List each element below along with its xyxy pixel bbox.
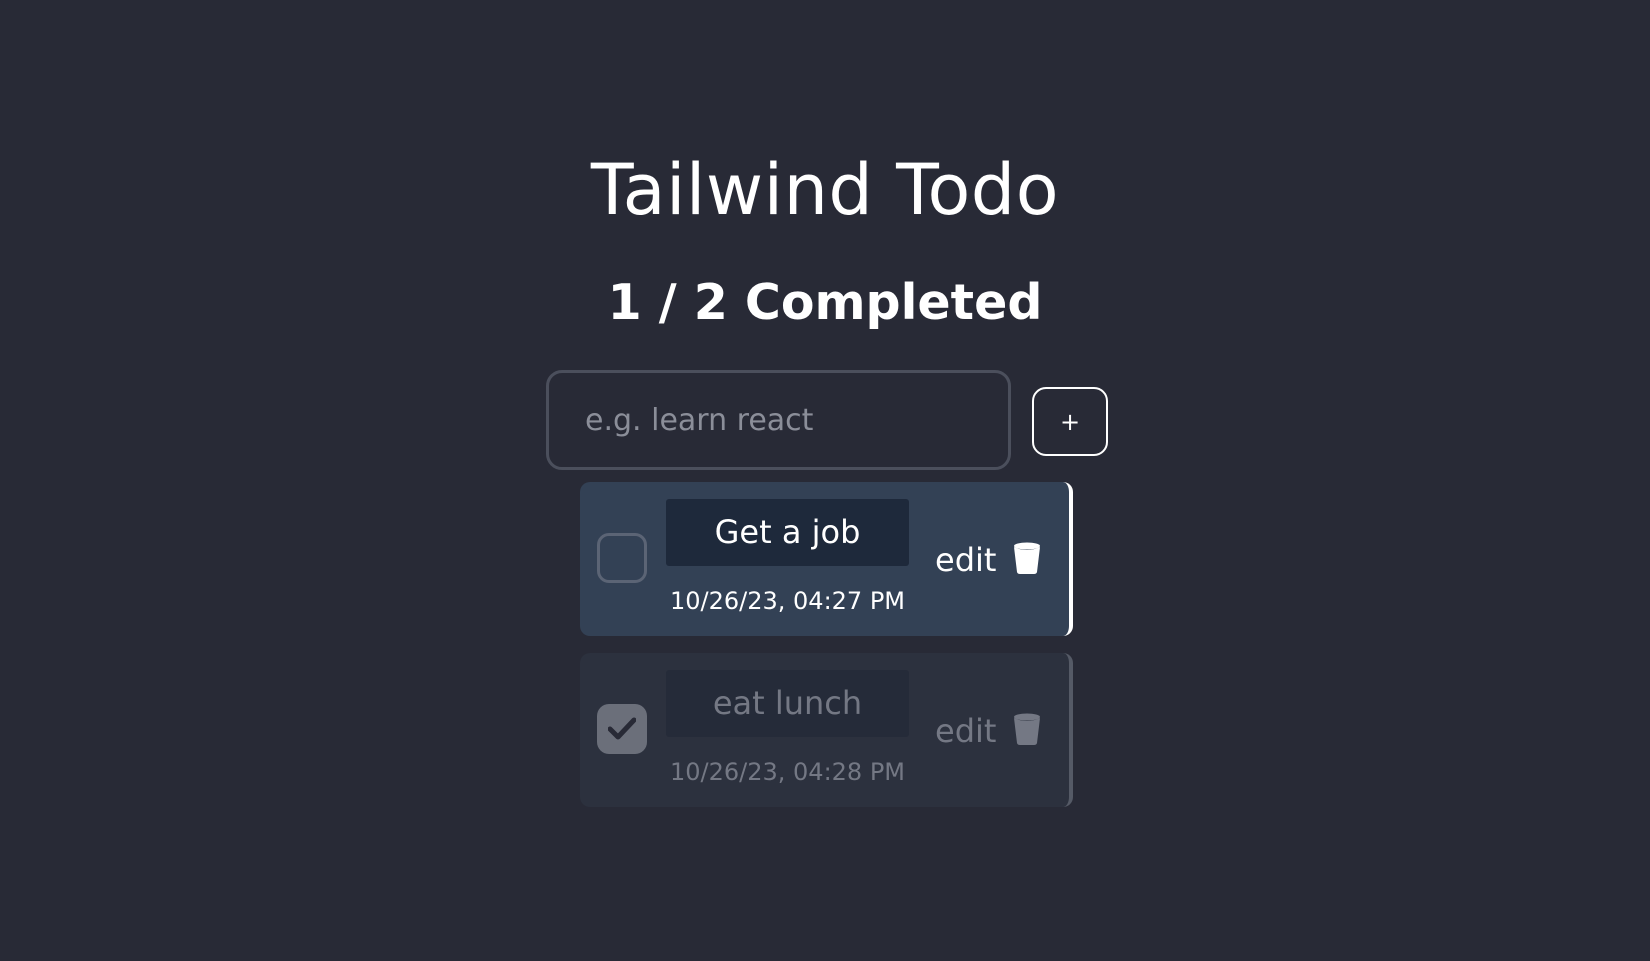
todo-item: Get a job 10/26/23, 04:27 PM edit [580,482,1073,636]
todo-timestamp: 10/26/23, 04:28 PM [669,758,906,786]
completion-counter: 1 / 2 Completed [607,274,1043,331]
add-todo-button[interactable]: + [1032,387,1108,456]
todo-checkbox-checked[interactable] [597,704,647,754]
check-icon [608,717,636,740]
todo-text[interactable]: Get a job [666,499,909,566]
edit-button[interactable]: edit [935,711,996,751]
trash-icon[interactable] [1013,542,1041,575]
todo-checkbox-unchecked[interactable] [597,533,647,583]
todo-timestamp: 10/26/23, 04:27 PM [669,587,906,615]
todo-app: Tailwind Todo 1 / 2 Completed + Get a jo… [0,0,1650,961]
todo-item: eat lunch 10/26/23, 04:28 PM edit [580,653,1073,807]
trash-icon[interactable] [1013,713,1041,746]
todo-text[interactable]: eat lunch [666,670,909,737]
edit-button[interactable]: edit [935,540,996,580]
page-title: Tailwind Todo [590,149,1060,231]
new-todo-input[interactable] [546,370,1011,470]
